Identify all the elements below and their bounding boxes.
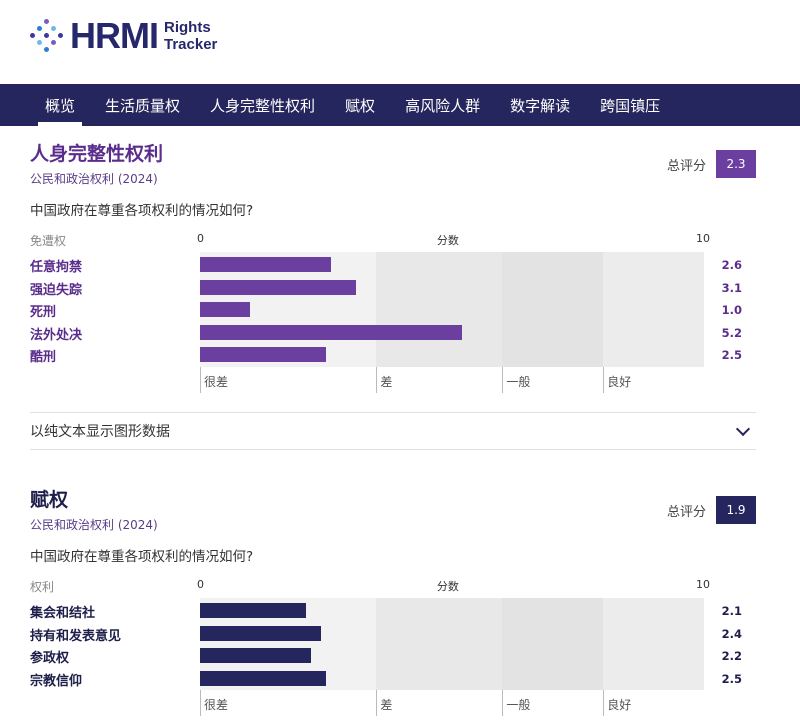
bar-category-label[interactable]: 宗教信仰 [30, 670, 82, 689]
band-divider [376, 366, 378, 393]
site-header: HRMI Rights Tracker [0, 0, 800, 84]
x-axis-title: 分数 [436, 234, 459, 247]
overall-score-label: 总评分 [666, 504, 706, 520]
band-divider [200, 690, 201, 716]
bar-category-label[interactable]: 酷刑 [30, 346, 56, 365]
logo-dot [51, 26, 56, 31]
rating-band [502, 252, 604, 367]
score-bar [200, 324, 463, 340]
section-question: 中国政府在尊重各项权利的情况如何? [30, 549, 254, 565]
overall-score-label: 总评分 [666, 158, 706, 174]
x-tick-label: 0 [197, 232, 204, 245]
logo-dot [44, 19, 49, 24]
band-divider [603, 690, 605, 716]
score-bar [200, 603, 306, 618]
bar-value-label: 5.2 [721, 325, 742, 340]
logo-wordmark: HRMI [70, 15, 159, 56]
logo-dot [51, 40, 56, 45]
rating-band [376, 252, 503, 367]
score-bar [200, 279, 357, 295]
overall-score: 总评分 1.9 [667, 496, 756, 524]
show-text-data-toggle[interactable]: 以纯文本显示图形数据 [30, 412, 756, 450]
logo-dot [37, 40, 42, 45]
x-tick-label: 10 [696, 578, 710, 591]
logo-dot [30, 33, 35, 38]
band-label: 一般 [506, 698, 531, 712]
score-bar-chart: 权利 0 10 分数很差 差 一般 良好 集会和结社 2.1 持有和发表意见 2.4 参政权 2.2 宗教… [30, 578, 756, 724]
nav-item[interactable]: 赋权 [330, 84, 390, 126]
overall-score-badge: 2.3 [716, 150, 756, 178]
rating-band [603, 598, 704, 690]
logo-subtitle-line2: Tracker [164, 36, 218, 53]
section-subtitle: 公民和政治权利 (2024) [30, 518, 158, 532]
section-title: 人身完整性权利 [30, 143, 164, 165]
bar-value-label: 2.5 [721, 348, 742, 362]
nav-item[interactable]: 概览 [30, 84, 90, 126]
band-label: 一般 [506, 374, 531, 389]
band-label: 差 [380, 698, 393, 712]
bar-category-label[interactable]: 参政权 [30, 647, 69, 666]
logo-subtitle: Rights Tracker [164, 19, 217, 53]
rating-band [502, 598, 604, 690]
overall-score: 总评分 2.3 [667, 150, 756, 178]
section-subtitle: 公民和政治权利 (2024) [30, 172, 158, 186]
band-divider [502, 690, 504, 716]
bar-value-label: 3.1 [721, 280, 742, 295]
score-bar [200, 670, 326, 686]
bar-category-label[interactable]: 法外处决 [30, 324, 82, 343]
rating-band [603, 252, 704, 367]
x-axis-title: 分数 [436, 580, 459, 593]
bar-category-label[interactable]: 任意拘禁 [30, 256, 82, 275]
band-divider [200, 366, 201, 393]
category-header: 权利 [30, 580, 55, 594]
band-label: 很差 [204, 698, 229, 712]
bar-value-label: 2.6 [721, 258, 742, 272]
logo-subtitle-line1: Rights [164, 19, 211, 36]
logo-dot [58, 33, 63, 38]
nav-item[interactable]: 生活质量权 [90, 84, 195, 126]
band-divider [376, 690, 378, 716]
band-label: 良好 [607, 698, 632, 712]
score-bar-chart: 免遭权 0 10 分数很差 差 一般 良好 任意拘禁 2.6 强迫失踪 3.1 死刑 1.0 法外处决 5.… [30, 232, 756, 405]
show-text-data-label: 以纯文本显示图形数据 [30, 424, 170, 440]
logo-dot [44, 47, 49, 52]
bar-category-label[interactable]: 强迫失踪 [30, 279, 82, 298]
section-question: 中国政府在尊重各项权利的情况如何? [30, 203, 254, 219]
hrmi-logo[interactable]: HRMI Rights Tracker [30, 18, 217, 54]
bar-category-label[interactable]: 集会和结社 [30, 602, 95, 621]
score-bar [200, 257, 332, 272]
bar-category-label[interactable]: 持有和发表意见 [30, 625, 121, 644]
bar-category-label[interactable]: 死刑 [30, 301, 56, 320]
chevron-down-icon[interactable] [735, 421, 751, 436]
bar-value-label: 2.2 [721, 649, 742, 663]
nav-item[interactable]: 高风险人群 [390, 84, 495, 126]
overall-score-badge: 1.9 [716, 496, 756, 524]
bar-value-label: 2.4 [721, 626, 742, 641]
score-bar [200, 302, 251, 317]
bar-value-label: 1.0 [721, 303, 742, 317]
section-title: 赋权 [30, 489, 69, 511]
category-header: 免遭权 [30, 234, 67, 248]
band-label: 差 [380, 374, 393, 389]
band-divider [603, 366, 605, 393]
nav-item[interactable]: 跨国镇压 [585, 84, 675, 126]
rating-band [376, 598, 503, 690]
band-label: 很差 [204, 374, 229, 389]
score-bar [200, 625, 321, 641]
band-divider [502, 366, 504, 393]
score-bar [200, 648, 311, 663]
logo-dot [37, 26, 42, 31]
logo-dot [44, 33, 49, 38]
band-label: 良好 [607, 374, 632, 389]
logo-dots-icon [30, 19, 64, 53]
main-nav: 概览 生活质量权 人身完整性权利 赋权 高风险人群 数字解读 跨国镇压 [0, 84, 800, 126]
x-tick-label: 0 [197, 578, 204, 591]
nav-item[interactable]: 人身完整性权利 [195, 84, 330, 126]
x-tick-label: 10 [696, 232, 710, 245]
score-bar [200, 347, 326, 362]
bar-value-label: 2.5 [721, 671, 742, 686]
bar-value-label: 2.1 [721, 604, 742, 618]
nav-item[interactable]: 数字解读 [495, 84, 585, 126]
